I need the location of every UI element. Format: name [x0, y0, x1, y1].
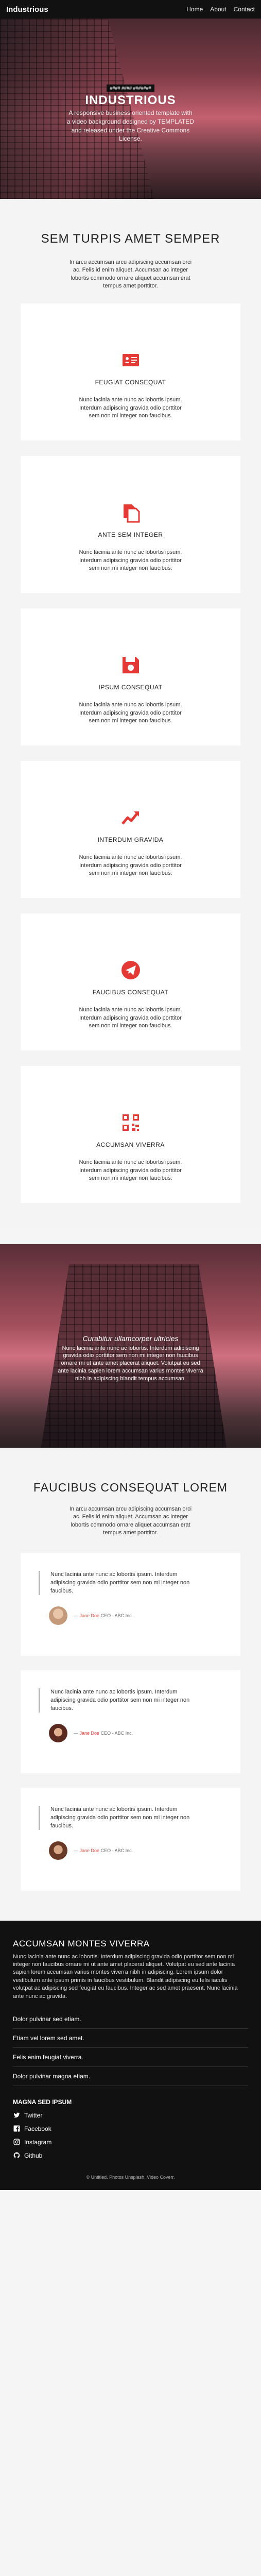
banner-quote: Nunc lacinia ante nunc ac lobortis. Inte…	[58, 1345, 203, 1382]
footer-title: ACCUMSAN MONTES VIVERRA	[13, 1938, 150, 1948]
feature-title: ACCUMSAN VIVERRA	[96, 1141, 165, 1148]
feature-title: ANTE SEM INTEGER	[98, 531, 163, 538]
feature-text: Nunc lacinia ante nunc ac lobortis ipsum…	[79, 701, 182, 724]
testimonial-quote: Nunc lacinia ante nunc ac lobortis ipsum…	[39, 1688, 193, 1713]
chart-line-icon	[120, 807, 141, 828]
avatar	[49, 1724, 67, 1743]
feature-text: Nunc lacinia ante nunc ac lobortis ipsum…	[79, 854, 182, 877]
social-link-twitter[interactable]: Twitter	[13, 2112, 248, 2119]
hero-title: INDUSTRIOUS	[85, 93, 176, 107]
testimonial-card: Nunc lacinia ante nunc ac lobortis ipsum…	[21, 1552, 240, 1656]
nav-links: Home About Contact	[186, 6, 255, 13]
github-icon	[13, 2152, 20, 2159]
testimonial-author: — Jane Doe CEO - ABC Inc.	[39, 1841, 225, 1860]
footer-link[interactable]: Dolor pulvinar magna etiam.	[13, 2067, 248, 2086]
social-title: MAGNA SED IPSUM	[13, 2098, 72, 2106]
social-label: Github	[24, 2151, 43, 2159]
author-role: CEO - ABC Inc.	[100, 1848, 133, 1854]
feature-text: Nunc lacinia ante nunc ac lobortis ipsum…	[79, 1006, 182, 1029]
section-intro: In arcu accumsan arcu adipiscing accumsa…	[69, 259, 192, 290]
social-label: Twitter	[24, 2111, 43, 2119]
social-label: Facebook	[24, 2125, 51, 2132]
top-nav: Industrious Home About Contact	[0, 0, 261, 19]
banner-title: Curabitur ullamcorper ultricies	[82, 1334, 179, 1343]
author-role: CEO - ABC Inc.	[100, 1613, 133, 1619]
avatar	[49, 1841, 67, 1860]
testimonial-author: — Jane Doe CEO - ABC Inc.	[39, 1606, 225, 1625]
nav-link-contact[interactable]: Contact	[234, 6, 255, 13]
banner-content: Curabitur ullamcorper ultricies Nunc lac…	[0, 1334, 261, 1383]
feature-card: FEUGIAT CONSEQUAT Nunc lacinia ante nunc…	[21, 303, 240, 440]
feature-title: FAUCIBUS CONSEQUAT	[92, 988, 169, 996]
nav-link-about[interactable]: About	[210, 6, 226, 13]
testimonials-intro: In arcu accumsan arcu adipiscing accumsa…	[69, 1506, 192, 1536]
qrcode-icon	[120, 1112, 141, 1133]
footer-link[interactable]: Dolor pulvinar sed etiam.	[13, 2010, 248, 2029]
copy-icon	[120, 502, 141, 523]
save-icon	[120, 655, 141, 675]
testimonial-card: Nunc lacinia ante nunc ac lobortis ipsum…	[21, 1787, 240, 1891]
testimonials-title: FAUCIBUS CONSEQUAT LOREM	[33, 1480, 228, 1494]
avatar	[49, 1606, 67, 1625]
brand-logo[interactable]: Industrious	[6, 5, 48, 14]
hero-content: #### #### ####### INDUSTRIOUS A responsi…	[0, 83, 261, 143]
footer-link[interactable]: Felis enim feugiat viverra.	[13, 2048, 248, 2067]
social-link-github[interactable]: Github	[13, 2152, 248, 2159]
testimonial-author: — Jane Doe CEO - ABC Inc.	[39, 1724, 225, 1743]
footer-link[interactable]: Etiam vel lorem sed amet.	[13, 2029, 248, 2048]
feature-card: INTERDUM GRAVIDA Nunc lacinia ante nunc …	[21, 760, 240, 898]
hero-badge: #### #### #######	[107, 84, 154, 92]
instagram-icon	[13, 2139, 20, 2146]
footer-text: Nunc lacinia ante nunc ac lobortis. Inte…	[13, 1953, 238, 1999]
feature-card: FAUCIBUS CONSEQUAT Nunc lacinia ante nun…	[21, 913, 240, 1050]
twitter-icon	[13, 2112, 20, 2119]
feature-title: IPSUM CONSEQUAT	[98, 683, 163, 691]
social-link-facebook[interactable]: Facebook	[13, 2125, 248, 2132]
section-title: SEM TURPIS AMET SEMPER	[41, 232, 220, 246]
social-label: Instagram	[24, 2138, 52, 2146]
feature-title: INTERDUM GRAVIDA	[97, 836, 164, 843]
feature-card: IPSUM CONSEQUAT Nunc lacinia ante nunc a…	[21, 608, 240, 745]
copyright: © Untitled. Photos Unsplash. Video Cover…	[86, 2174, 175, 2180]
testimonials-section: FAUCIBUS CONSEQUAT LOREM In arcu accumsa…	[0, 1447, 261, 1921]
feature-card: ACCUMSAN VIVERRA Nunc lacinia ante nunc …	[21, 1065, 240, 1203]
id-card-icon	[120, 350, 141, 370]
feature-card: ANTE SEM INTEGER Nunc lacinia ante nunc …	[21, 455, 240, 593]
paper-plane-icon	[120, 960, 141, 980]
feature-text: Nunc lacinia ante nunc ac lobortis ipsum…	[79, 549, 182, 572]
quote-banner: Curabitur ullamcorper ultricies Nunc lac…	[0, 1244, 261, 1448]
feature-text: Nunc lacinia ante nunc ac lobortis ipsum…	[79, 1159, 182, 1182]
social-link-instagram[interactable]: Instagram	[13, 2139, 248, 2146]
author-name: Jane Doe	[79, 1731, 100, 1736]
testimonial-quote: Nunc lacinia ante nunc ac lobortis ipsum…	[39, 1805, 193, 1831]
facebook-icon	[13, 2125, 20, 2132]
testimonial-quote: Nunc lacinia ante nunc ac lobortis ipsum…	[39, 1570, 193, 1596]
feature-title: FEUGIAT CONSEQUAT	[95, 378, 166, 386]
author-name: Jane Doe	[79, 1848, 100, 1854]
testimonial-card: Nunc lacinia ante nunc ac lobortis ipsum…	[21, 1670, 240, 1773]
hero-banner: #### #### ####### INDUSTRIOUS A responsi…	[0, 19, 261, 199]
footer: ACCUMSAN MONTES VIVERRA Nunc lacinia ant…	[0, 1920, 261, 2190]
hero-description: A responsive business oriented template …	[66, 109, 195, 143]
author-role: CEO - ABC Inc.	[100, 1731, 133, 1736]
author-name: Jane Doe	[79, 1613, 100, 1619]
features-section: SEM TURPIS AMET SEMPER In arcu accumsan …	[0, 199, 261, 1229]
nav-link-home[interactable]: Home	[186, 6, 203, 13]
feature-text: Nunc lacinia ante nunc ac lobortis ipsum…	[79, 396, 182, 419]
